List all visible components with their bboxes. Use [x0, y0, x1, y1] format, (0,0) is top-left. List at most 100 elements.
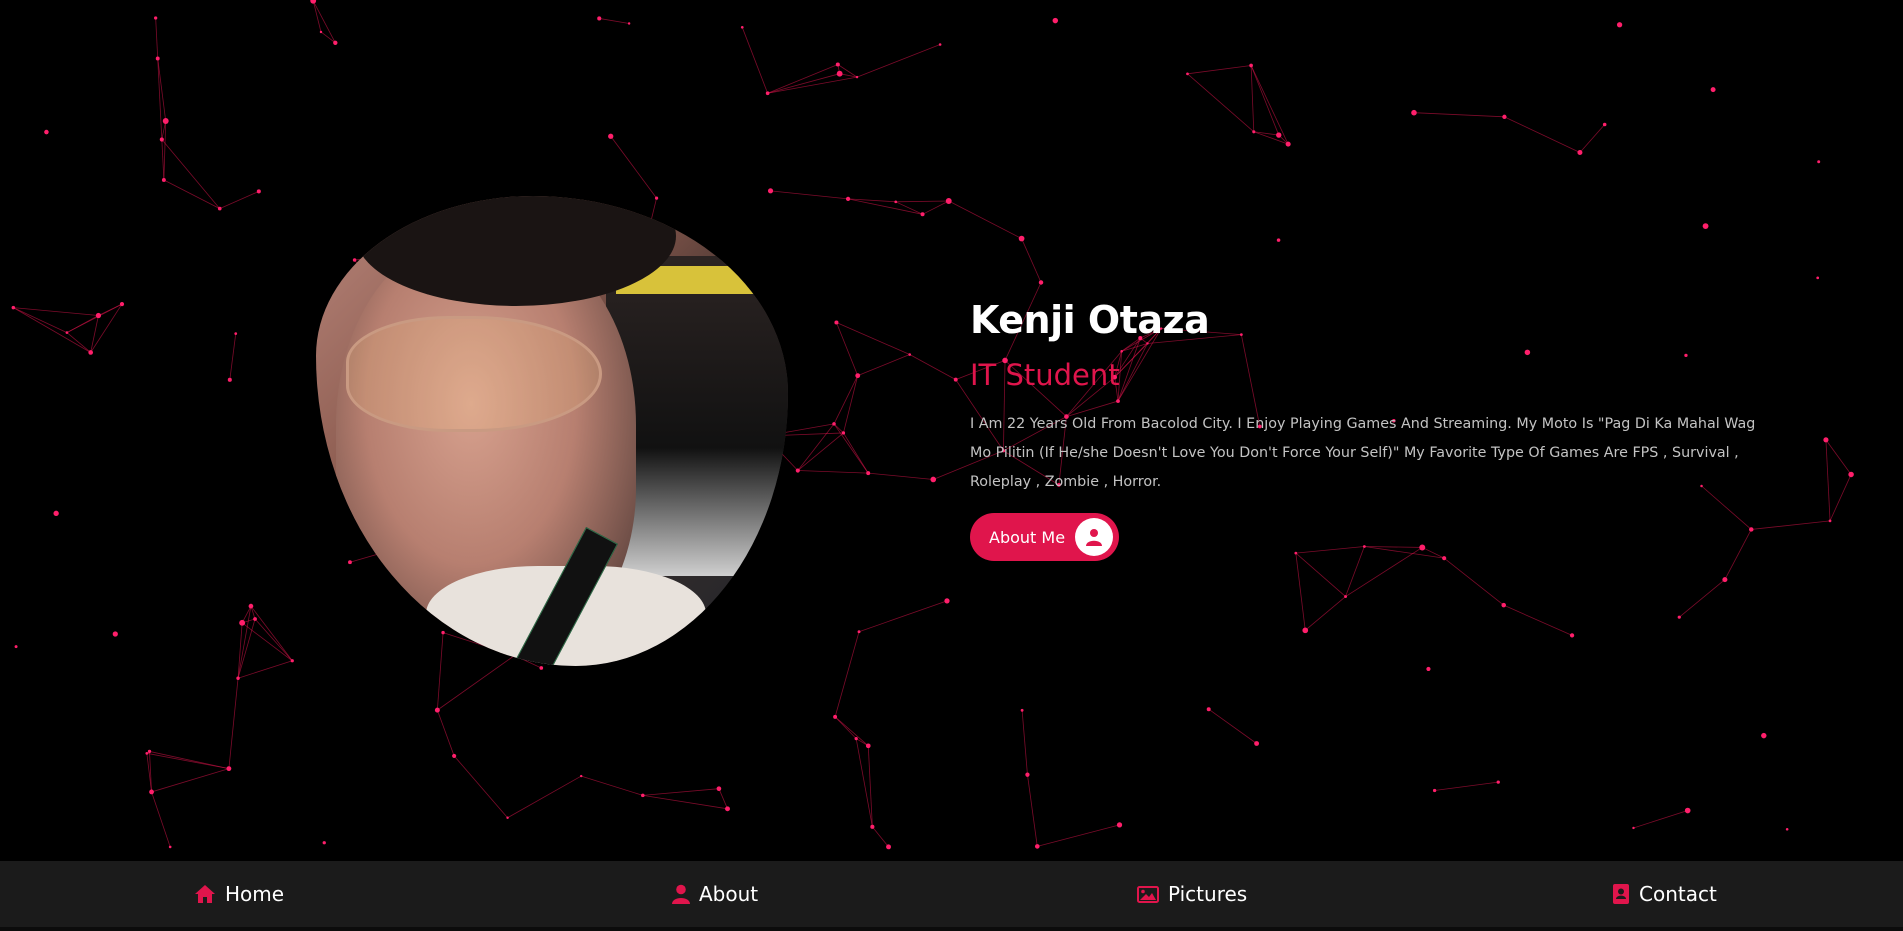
- particle-dot: [145, 751, 149, 755]
- particle-dot: [168, 845, 172, 849]
- particle-dot: [1501, 602, 1506, 608]
- particle-link: [237, 660, 293, 679]
- hero-text: Kenji Otaza IT Student I Am 22 Years Old…: [970, 298, 1770, 561]
- particle-dot: [1206, 707, 1211, 712]
- particle-dot: [855, 75, 859, 79]
- particle-link: [909, 354, 956, 380]
- particle-link: [1187, 73, 1255, 133]
- particle-link: [833, 423, 869, 474]
- particle-link: [895, 201, 923, 215]
- particle-dot: [319, 30, 323, 34]
- particle-dot: [290, 659, 294, 663]
- particle-dot: [580, 774, 583, 778]
- particle-link: [767, 73, 840, 94]
- particle-link: [1305, 596, 1346, 631]
- particle-dot: [11, 305, 16, 310]
- particle-link: [1579, 124, 1605, 153]
- particle-dot: [835, 62, 840, 67]
- particle-link: [157, 58, 163, 140]
- profile-bio: I Am 22 Years Old From Bacolod City. I E…: [970, 416, 1756, 490]
- particle-dot: [333, 40, 338, 45]
- nav-item-about-label: About: [699, 882, 759, 906]
- particle-dot: [1018, 235, 1025, 242]
- particle-link: [320, 31, 336, 44]
- particle-link: [857, 354, 910, 376]
- particle-link: [767, 76, 858, 94]
- particle-dot: [88, 350, 93, 355]
- particle-dot: [1569, 633, 1575, 638]
- particle-link: [1021, 710, 1028, 775]
- particle-dot: [597, 16, 602, 21]
- particle-dot: [908, 353, 912, 356]
- particle-dot: [1276, 238, 1281, 242]
- particle-dot: [147, 749, 152, 754]
- particle-dot: [452, 753, 457, 759]
- particle-dot: [352, 258, 357, 262]
- particle-dot: [1710, 87, 1716, 93]
- particle-dot: [1761, 732, 1767, 739]
- particle-link: [1413, 112, 1505, 118]
- nav-item-about[interactable]: About: [672, 861, 758, 927]
- particle-link: [642, 794, 728, 810]
- particle-dot: [1616, 22, 1623, 28]
- particle-dot: [1116, 822, 1123, 828]
- image-icon: [1137, 885, 1159, 903]
- particle-link: [436, 709, 455, 757]
- nav-item-contact[interactable]: Contact: [1612, 861, 1717, 927]
- particle-dot: [894, 200, 898, 204]
- particle-link: [163, 179, 220, 209]
- particle-dot: [162, 118, 169, 124]
- particle-link: [797, 470, 869, 474]
- particle-dot: [953, 377, 958, 382]
- particle-link: [1434, 781, 1499, 791]
- particle-link: [741, 27, 769, 94]
- particle-dot: [322, 841, 326, 845]
- particle-dot: [161, 178, 166, 182]
- particle-dot: [930, 476, 937, 483]
- particle-dot: [95, 312, 102, 319]
- particle-link: [834, 631, 860, 717]
- particle-link: [161, 139, 165, 181]
- particle-dot: [1677, 615, 1681, 619]
- particle-link: [895, 200, 949, 203]
- particle-link: [254, 618, 293, 662]
- particle-dot: [1344, 595, 1348, 599]
- particle-dot: [226, 766, 232, 772]
- particle-link: [237, 606, 252, 679]
- particle-link: [770, 190, 849, 200]
- particle-link: [1295, 553, 1306, 631]
- nav-item-home[interactable]: Home: [194, 861, 284, 927]
- particle-link: [1021, 238, 1042, 283]
- particle-link: [1037, 824, 1120, 847]
- particle-dot: [1816, 276, 1820, 280]
- about-me-button[interactable]: About Me: [970, 513, 1120, 561]
- particle-link: [66, 315, 99, 333]
- particle-dot: [641, 793, 645, 798]
- particle-dot: [159, 137, 164, 142]
- particle-dot: [506, 816, 509, 819]
- particle-dot: [938, 43, 942, 46]
- particle-dot: [1823, 437, 1829, 443]
- particle-link: [922, 200, 949, 215]
- particle-link: [1825, 439, 1831, 521]
- particle-dot: [654, 196, 659, 200]
- particle-dot: [1038, 280, 1044, 285]
- particle-dot: [53, 510, 59, 517]
- particle-dot: [236, 676, 240, 680]
- nav-item-pictures[interactable]: Pictures: [1137, 861, 1247, 927]
- particle-dot: [1632, 826, 1635, 830]
- particle-link: [1679, 579, 1726, 618]
- particle-link: [834, 716, 857, 739]
- particle-link: [13, 307, 68, 333]
- particle-link: [1187, 65, 1252, 75]
- particle-dot: [1496, 780, 1500, 784]
- particle-dot: [1502, 114, 1507, 119]
- nav-item-home-label: Home: [225, 882, 285, 906]
- particle-link: [599, 18, 630, 24]
- particle-dot: [149, 789, 154, 795]
- particle-link: [151, 768, 230, 793]
- particle-link: [797, 423, 835, 471]
- particle-dot: [539, 666, 544, 670]
- contact-book-icon: [1612, 884, 1630, 904]
- about-me-button-label: About Me: [989, 527, 1066, 547]
